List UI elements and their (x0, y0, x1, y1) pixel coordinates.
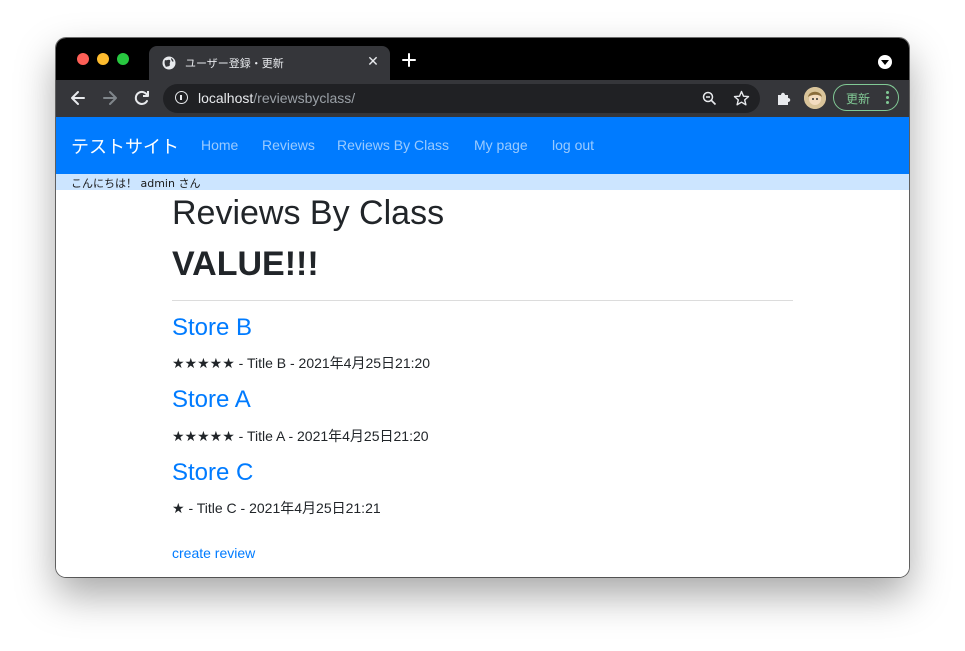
address-bar[interactable]: localhost/reviewsbyclass/ (163, 84, 760, 113)
forward-arrow-icon[interactable] (100, 88, 120, 108)
browser-window: ユーザー登録・更新 ✕ localhost/reviewsbyclass/ 更新… (56, 38, 909, 577)
back-arrow-icon[interactable] (68, 88, 88, 108)
new-tab-icon[interactable] (400, 51, 418, 69)
browser-tab[interactable]: ユーザー登録・更新 ✕ (149, 46, 390, 80)
review-store-link[interactable]: Store A (172, 386, 251, 414)
window-minimize-button[interactable] (97, 53, 109, 65)
reload-icon[interactable] (132, 88, 152, 108)
bookmark-star-icon[interactable] (733, 90, 750, 107)
web-page: テストサイト Home Reviews Reviews By Class My … (56, 117, 909, 577)
avatar-face-icon (804, 87, 826, 109)
tab-close-icon[interactable]: ✕ (365, 54, 381, 70)
nav-link-log-out[interactable]: log out (552, 137, 594, 153)
greeting-bar: こんにちは！ admin さん (56, 174, 909, 190)
page-subtitle: VALUE!!! (172, 245, 319, 283)
zoom-out-icon[interactable] (702, 91, 717, 106)
url-text[interactable]: localhost/reviewsbyclass/ (198, 90, 355, 106)
tab-search-icon[interactable] (878, 55, 892, 69)
site-info-icon[interactable] (175, 91, 188, 104)
profile-avatar[interactable] (804, 87, 826, 109)
more-menu-icon[interactable] (886, 91, 889, 105)
nav-link-home[interactable]: Home (201, 137, 238, 153)
divider (172, 300, 793, 301)
tab-strip: ユーザー登録・更新 ✕ (56, 38, 909, 80)
greeting-text: こんにちは！ admin さん (71, 177, 201, 190)
window-maximize-button[interactable] (117, 53, 129, 65)
extensions-puzzle-icon[interactable] (775, 90, 792, 107)
update-button[interactable]: 更新 (833, 84, 899, 111)
nav-link-reviews-by-class[interactable]: Reviews By Class (337, 137, 449, 153)
review-meta: ★★★★★ - Title B - 2021年4月25日21:20 (172, 355, 431, 371)
update-label: 更新 (846, 92, 871, 106)
review-store-link[interactable]: Store C (172, 459, 253, 487)
review-meta: ★★★★★ - Title A - 2021年4月25日21:20 (172, 428, 429, 444)
site-navbar: テストサイト Home Reviews Reviews By Class My … (56, 117, 909, 174)
window-close-button[interactable] (77, 53, 89, 65)
nav-link-my-page[interactable]: My page (474, 137, 528, 153)
browser-toolbar: localhost/reviewsbyclass/ 更新 (56, 80, 909, 117)
nav-link-reviews[interactable]: Reviews (262, 137, 315, 153)
review-store-link[interactable]: Store B (172, 314, 252, 342)
page-title: Reviews By Class (172, 194, 445, 232)
create-review-link[interactable]: create review (172, 545, 255, 561)
review-meta: ★ - Title C - 2021年4月25日21:21 (172, 500, 381, 516)
site-brand-link[interactable]: テストサイト (71, 133, 179, 159)
tab-title: ユーザー登録・更新 (185, 57, 284, 70)
globe-icon (162, 56, 176, 70)
